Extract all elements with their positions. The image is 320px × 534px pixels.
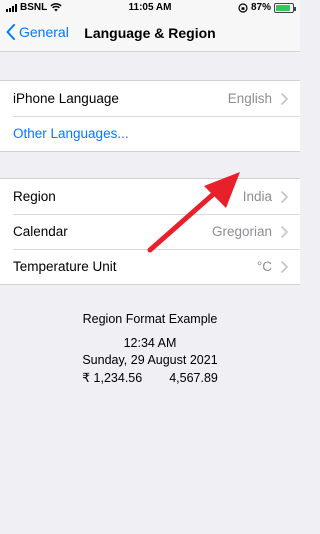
battery-fill bbox=[276, 4, 290, 11]
temperature-unit-value: °C bbox=[256, 259, 272, 274]
region-label: Region bbox=[13, 189, 56, 204]
status-bar: BSNL 11:05 AM 87% bbox=[0, 0, 300, 16]
orientation-lock-icon bbox=[238, 2, 248, 13]
annotation-arrow-icon bbox=[147, 172, 240, 253]
other-languages-row[interactable]: Other Languages... bbox=[0, 116, 300, 151]
iphone-language-row[interactable]: iPhone Language English bbox=[0, 81, 300, 116]
format-example-number: 4,567.89 bbox=[169, 371, 218, 385]
calendar-label: Calendar bbox=[13, 224, 68, 239]
temperature-unit-label: Temperature Unit bbox=[13, 259, 117, 274]
language-group: iPhone Language English Other Languages.… bbox=[0, 80, 300, 152]
battery-percentage: 87% bbox=[250, 2, 271, 13]
format-example-numbers: ₹ 1,234.56 4,567.89 bbox=[0, 370, 300, 385]
status-right: 87% bbox=[238, 2, 296, 13]
other-languages-link[interactable]: Other Languages... bbox=[13, 126, 129, 141]
iphone-language-value: English bbox=[227, 91, 272, 106]
chevron-right-icon bbox=[281, 191, 288, 203]
chevron-right-icon bbox=[281, 261, 288, 273]
navigation-bar: General Language & Region bbox=[0, 16, 300, 52]
format-example-heading: Region Format Example bbox=[82, 312, 218, 326]
page-title: Language & Region bbox=[84, 25, 216, 41]
format-example-currency: ₹ 1,234.56 bbox=[82, 371, 143, 385]
battery-icon bbox=[274, 2, 296, 13]
chevron-right-icon bbox=[281, 226, 288, 238]
format-example-date: Sunday, 29 August 2021 bbox=[82, 353, 218, 367]
format-example-time: 12:34 AM bbox=[123, 336, 177, 350]
iphone-language-label: iPhone Language bbox=[13, 91, 119, 106]
chevron-right-icon bbox=[281, 93, 288, 105]
